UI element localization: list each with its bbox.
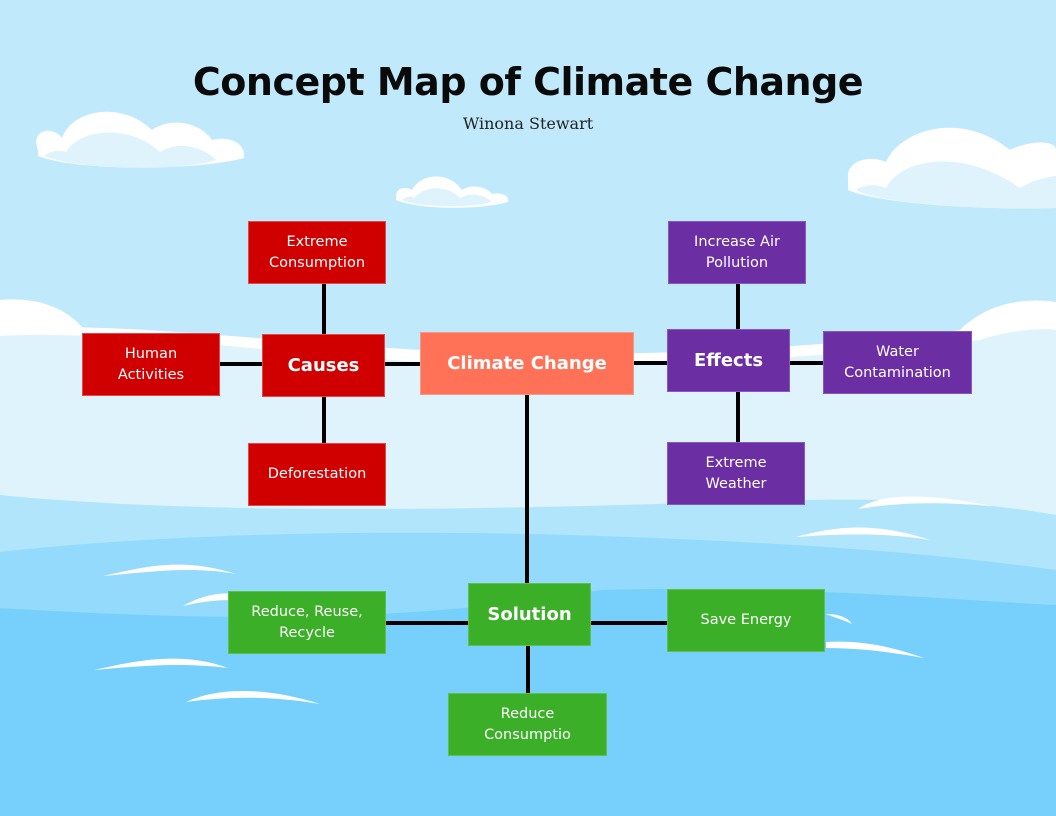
cause-extreme-consumption[interactable]: Extreme Consumption — [248, 221, 386, 284]
cause-human-activities[interactable]: Human Activities — [82, 333, 220, 396]
node-label: Water Contamination — [844, 343, 951, 381]
solution-hub[interactable]: Solution — [468, 583, 591, 646]
cause-deforestation[interactable]: Deforestation — [248, 443, 386, 506]
node-label: Increase Air Pollution — [694, 233, 780, 271]
node-label: Extreme Consumption — [268, 233, 366, 271]
causes-hub[interactable]: Causes — [262, 334, 385, 397]
node-label: Reduce, Reuse, Recycle — [251, 603, 363, 641]
node-label: Save Energy — [700, 612, 792, 628]
effect-water-contamination[interactable]: Water Contamination — [823, 331, 972, 394]
solution-save-energy[interactable]: Save Energy — [667, 589, 825, 652]
effect-increase-air-pollution[interactable]: Increase Air Pollution — [668, 221, 806, 284]
node-label: Deforestation — [267, 466, 367, 482]
central-node-climate-change[interactable]: Climate Change — [420, 332, 634, 395]
effect-extreme-weather[interactable]: Extreme Weather — [667, 442, 805, 505]
effects-hub[interactable]: Effects — [667, 329, 790, 392]
node-label: Causes — [287, 355, 360, 376]
node-label: Reduce Consumptio — [484, 705, 571, 743]
node-label: Climate Change — [447, 353, 607, 374]
solution-reduce-reuse-recycle[interactable]: Reduce, Reuse, Recycle — [228, 591, 386, 654]
solution-reduce-consumption[interactable]: Reduce Consumptio — [448, 693, 607, 756]
node-label: Effects — [693, 350, 764, 371]
node-label: Solution — [487, 604, 572, 625]
node-label: Human Activities — [117, 345, 185, 383]
node-label: Extreme Weather — [705, 454, 767, 492]
